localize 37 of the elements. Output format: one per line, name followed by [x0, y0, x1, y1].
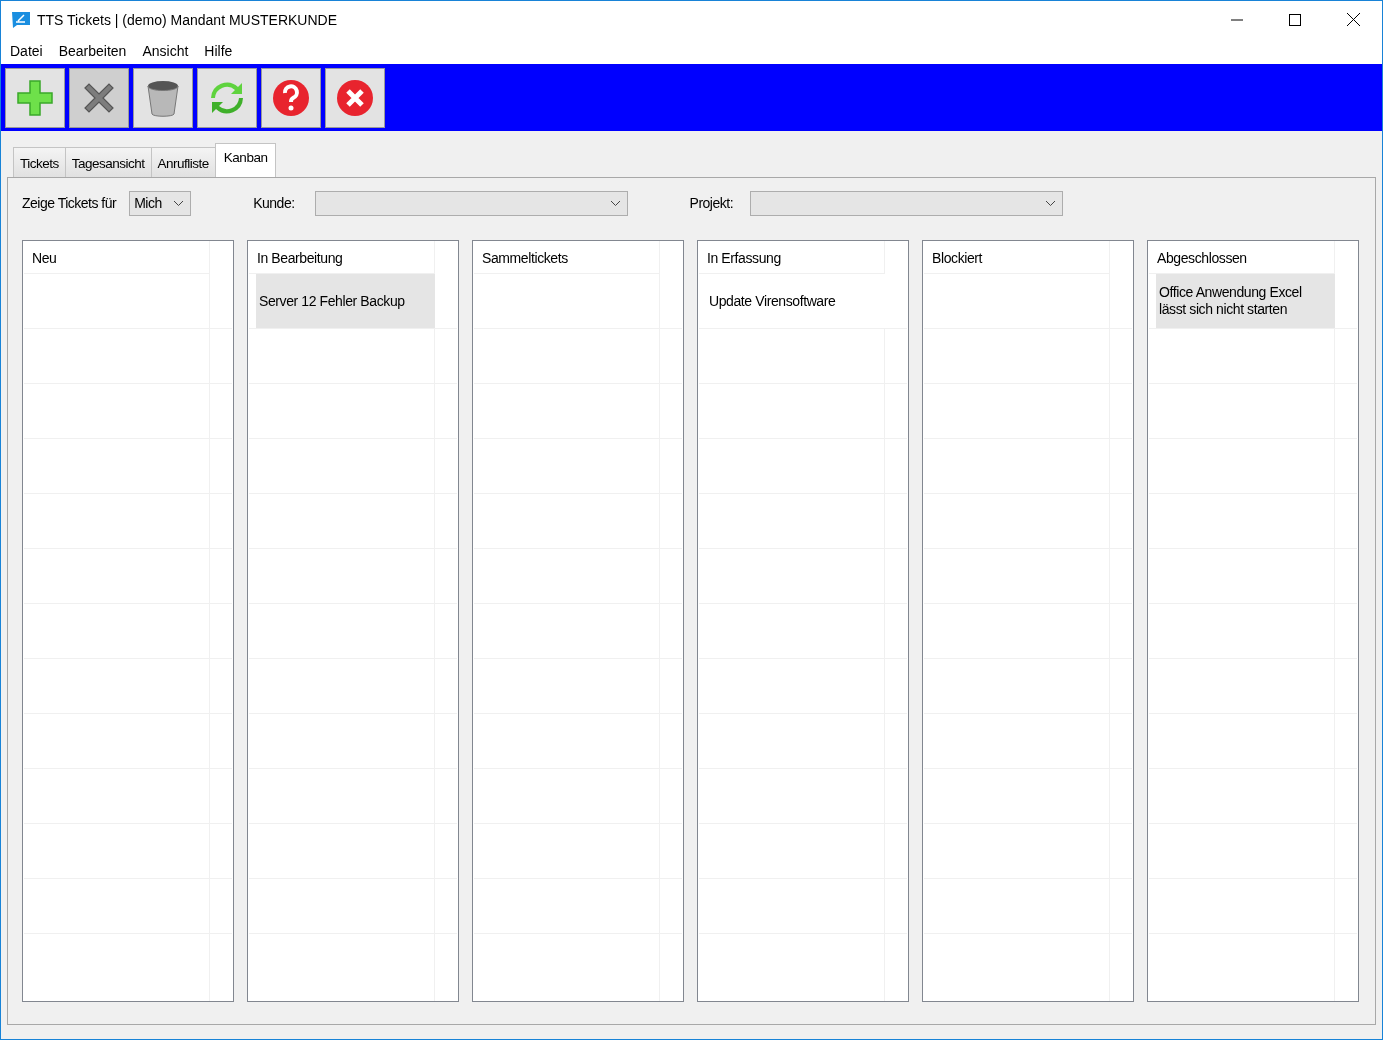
menu-item[interactable]: Bearbeiten	[51, 43, 136, 59]
column-title: Blockiert	[932, 249, 983, 266]
minimize-icon	[1231, 18, 1243, 21]
project-label: Projekt:	[689, 195, 734, 211]
chevron-down-icon	[609, 199, 621, 207]
customer-dropdown[interactable]	[314, 190, 628, 216]
tab[interactable]: Anrufliste	[150, 147, 216, 177]
column-title: In Bearbeitung	[257, 249, 343, 266]
tab[interactable]: Kanban	[214, 143, 277, 177]
column-title: Sammeltickets	[482, 249, 568, 266]
toolbar-button[interactable]	[69, 67, 129, 128]
tab[interactable]: Tickets	[13, 147, 66, 177]
ticket-card[interactable]: Server 12 Fehler Backup	[256, 274, 435, 328]
chevron-down-icon	[173, 199, 185, 207]
chevron-down-icon	[1045, 199, 1057, 207]
assignee-dropdown[interactable]: Mich	[129, 190, 192, 216]
project-dropdown[interactable]	[750, 190, 1064, 216]
ticket-card[interactable]: Office Anwendung Excel lässt sich nicht starten	[1156, 274, 1335, 328]
customer-label: Kunde:	[253, 195, 295, 211]
menu-item[interactable]: Hilfe	[197, 43, 242, 59]
window-title: TTS Tickets | (demo) Mandant MUSTERKUNDE	[37, 11, 339, 28]
toolbar-button[interactable]	[261, 67, 321, 128]
maximize-icon	[1289, 13, 1301, 26]
column-title: In Erfassung	[707, 249, 781, 266]
column-title: Abgeschlossen	[1157, 249, 1247, 266]
plus-icon	[15, 77, 55, 118]
tab[interactable]: Tagesansicht	[64, 147, 152, 177]
toolbar-button[interactable]	[133, 67, 193, 128]
app-icon	[12, 11, 30, 28]
menu-item[interactable]: Datei	[3, 43, 52, 59]
toolbar-button[interactable]	[325, 67, 385, 128]
menu-item[interactable]: Ansicht	[135, 43, 198, 59]
close-icon	[335, 77, 375, 118]
show-tickets-label: Zeige Tickets für	[22, 195, 117, 211]
help-icon	[271, 77, 311, 118]
close-icon	[1346, 13, 1360, 26]
column-title: Neu	[32, 249, 57, 266]
